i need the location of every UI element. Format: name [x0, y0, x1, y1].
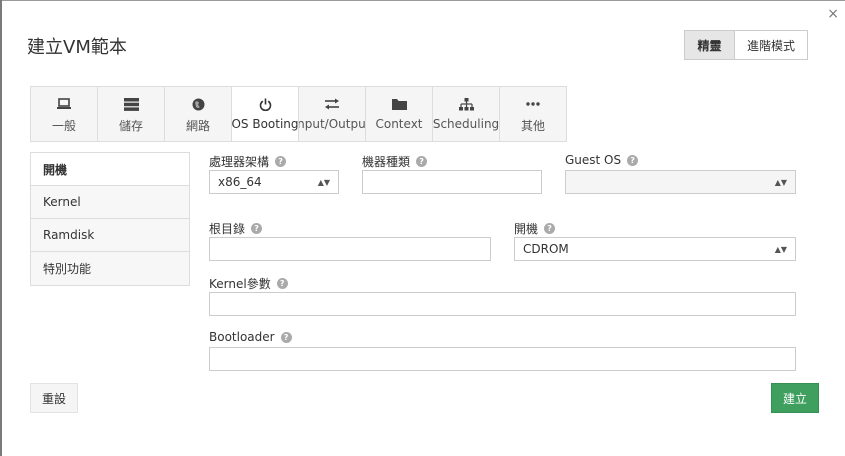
root-label-text: 根目錄: [209, 222, 246, 236]
power-icon: [259, 97, 272, 111]
bootloader-input[interactable]: [209, 347, 796, 371]
side-item-kernel[interactable]: Kernel: [31, 186, 189, 219]
side-item-ramdisk[interactable]: Ramdisk: [31, 219, 189, 252]
kernel-params-label: Kernel參數?: [209, 275, 288, 292]
tab-context[interactable]: Context: [366, 87, 433, 141]
tab-label: 儲存: [118, 119, 143, 133]
mode-toggle: 精靈 進階模式: [684, 30, 808, 60]
tab-label: Context: [375, 117, 423, 131]
boot-label-text: 開機: [514, 222, 539, 236]
boot-order-select[interactable]: CDROM ▲▼: [514, 237, 796, 261]
sitemap-icon: [458, 97, 474, 111]
machine-label-text: 機器種類: [362, 155, 411, 169]
tab-scheduling[interactable]: Scheduling: [433, 87, 500, 141]
tab-input-output[interactable]: Input/Output: [299, 87, 366, 141]
exchange-icon: [324, 97, 340, 111]
machine-label: 機器種類?: [362, 153, 428, 170]
tab-label: Scheduling: [433, 117, 500, 131]
help-icon[interactable]: ?: [275, 156, 287, 167]
close-icon[interactable]: ×: [827, 6, 839, 22]
os-booting-side-menu: 開機 Kernel Ramdisk 特別功能: [30, 152, 190, 286]
guest-os-label: Guest OS?: [565, 153, 639, 167]
caret-icon: ▲▼: [774, 244, 787, 254]
arch-label-text: 處理器架構: [209, 155, 270, 169]
boot-label: 開機?: [514, 220, 556, 237]
create-button[interactable]: 建立: [771, 383, 819, 413]
help-icon[interactable]: ?: [627, 154, 639, 166]
window-left-edge: [0, 0, 2, 456]
kernel-params-label-text: Kernel參數: [209, 277, 271, 291]
kernel-params-input[interactable]: [209, 292, 796, 316]
dialog-title: 建立VM範本: [27, 37, 127, 58]
tab-network[interactable]: 網路: [165, 87, 232, 141]
boot-order-value: CDROM: [523, 242, 569, 256]
laptop-icon: [56, 97, 72, 111]
arch-select-value: x86_64: [218, 175, 262, 189]
bootloader-label: Bootloader?: [209, 330, 292, 344]
side-item-boot[interactable]: 開機: [31, 153, 189, 186]
guest-os-label-text: Guest OS: [565, 153, 622, 167]
arch-label: 處理器架構?: [209, 153, 287, 170]
root-device-input[interactable]: [209, 237, 491, 261]
help-icon[interactable]: ?: [251, 223, 263, 234]
tab-storage[interactable]: 儲存: [98, 87, 165, 141]
caret-icon: ▲▼: [317, 177, 330, 187]
wizard-mode-button[interactable]: 精靈: [684, 30, 734, 60]
arch-select[interactable]: x86_64 ▲▼: [209, 170, 339, 194]
reset-button[interactable]: 重設: [30, 383, 78, 413]
guest-os-select[interactable]: ▲▼: [565, 170, 796, 194]
server-icon: [123, 97, 139, 111]
caret-icon: ▲▼: [774, 177, 787, 187]
help-icon[interactable]: ?: [280, 331, 292, 343]
help-icon[interactable]: ?: [276, 278, 288, 289]
bootloader-label-text: Bootloader: [209, 330, 275, 344]
tab-bar: 一般 儲存 網路 OS Booting Input/Output Context: [30, 86, 567, 142]
tab-other[interactable]: 其他: [500, 87, 567, 141]
tab-label: 網路: [185, 119, 210, 133]
tab-os-booting[interactable]: OS Booting: [232, 87, 299, 141]
side-item-features[interactable]: 特別功能: [31, 252, 189, 285]
folder-icon: [391, 97, 407, 111]
advanced-mode-button[interactable]: 進階模式: [734, 30, 808, 60]
ellipsis-icon: [526, 97, 540, 111]
globe-icon: [192, 97, 205, 111]
window-top-edge: [0, 0, 845, 1]
tab-label: 一般: [51, 119, 76, 133]
tab-general[interactable]: 一般: [31, 87, 98, 141]
tab-label: OS Booting: [232, 117, 299, 131]
tab-label: 其他: [520, 119, 545, 133]
machine-type-input[interactable]: [362, 170, 542, 194]
help-icon[interactable]: ?: [544, 223, 556, 234]
tab-label: Input/Output: [299, 117, 366, 131]
root-label: 根目錄?: [209, 220, 263, 237]
help-icon[interactable]: ?: [416, 156, 428, 167]
